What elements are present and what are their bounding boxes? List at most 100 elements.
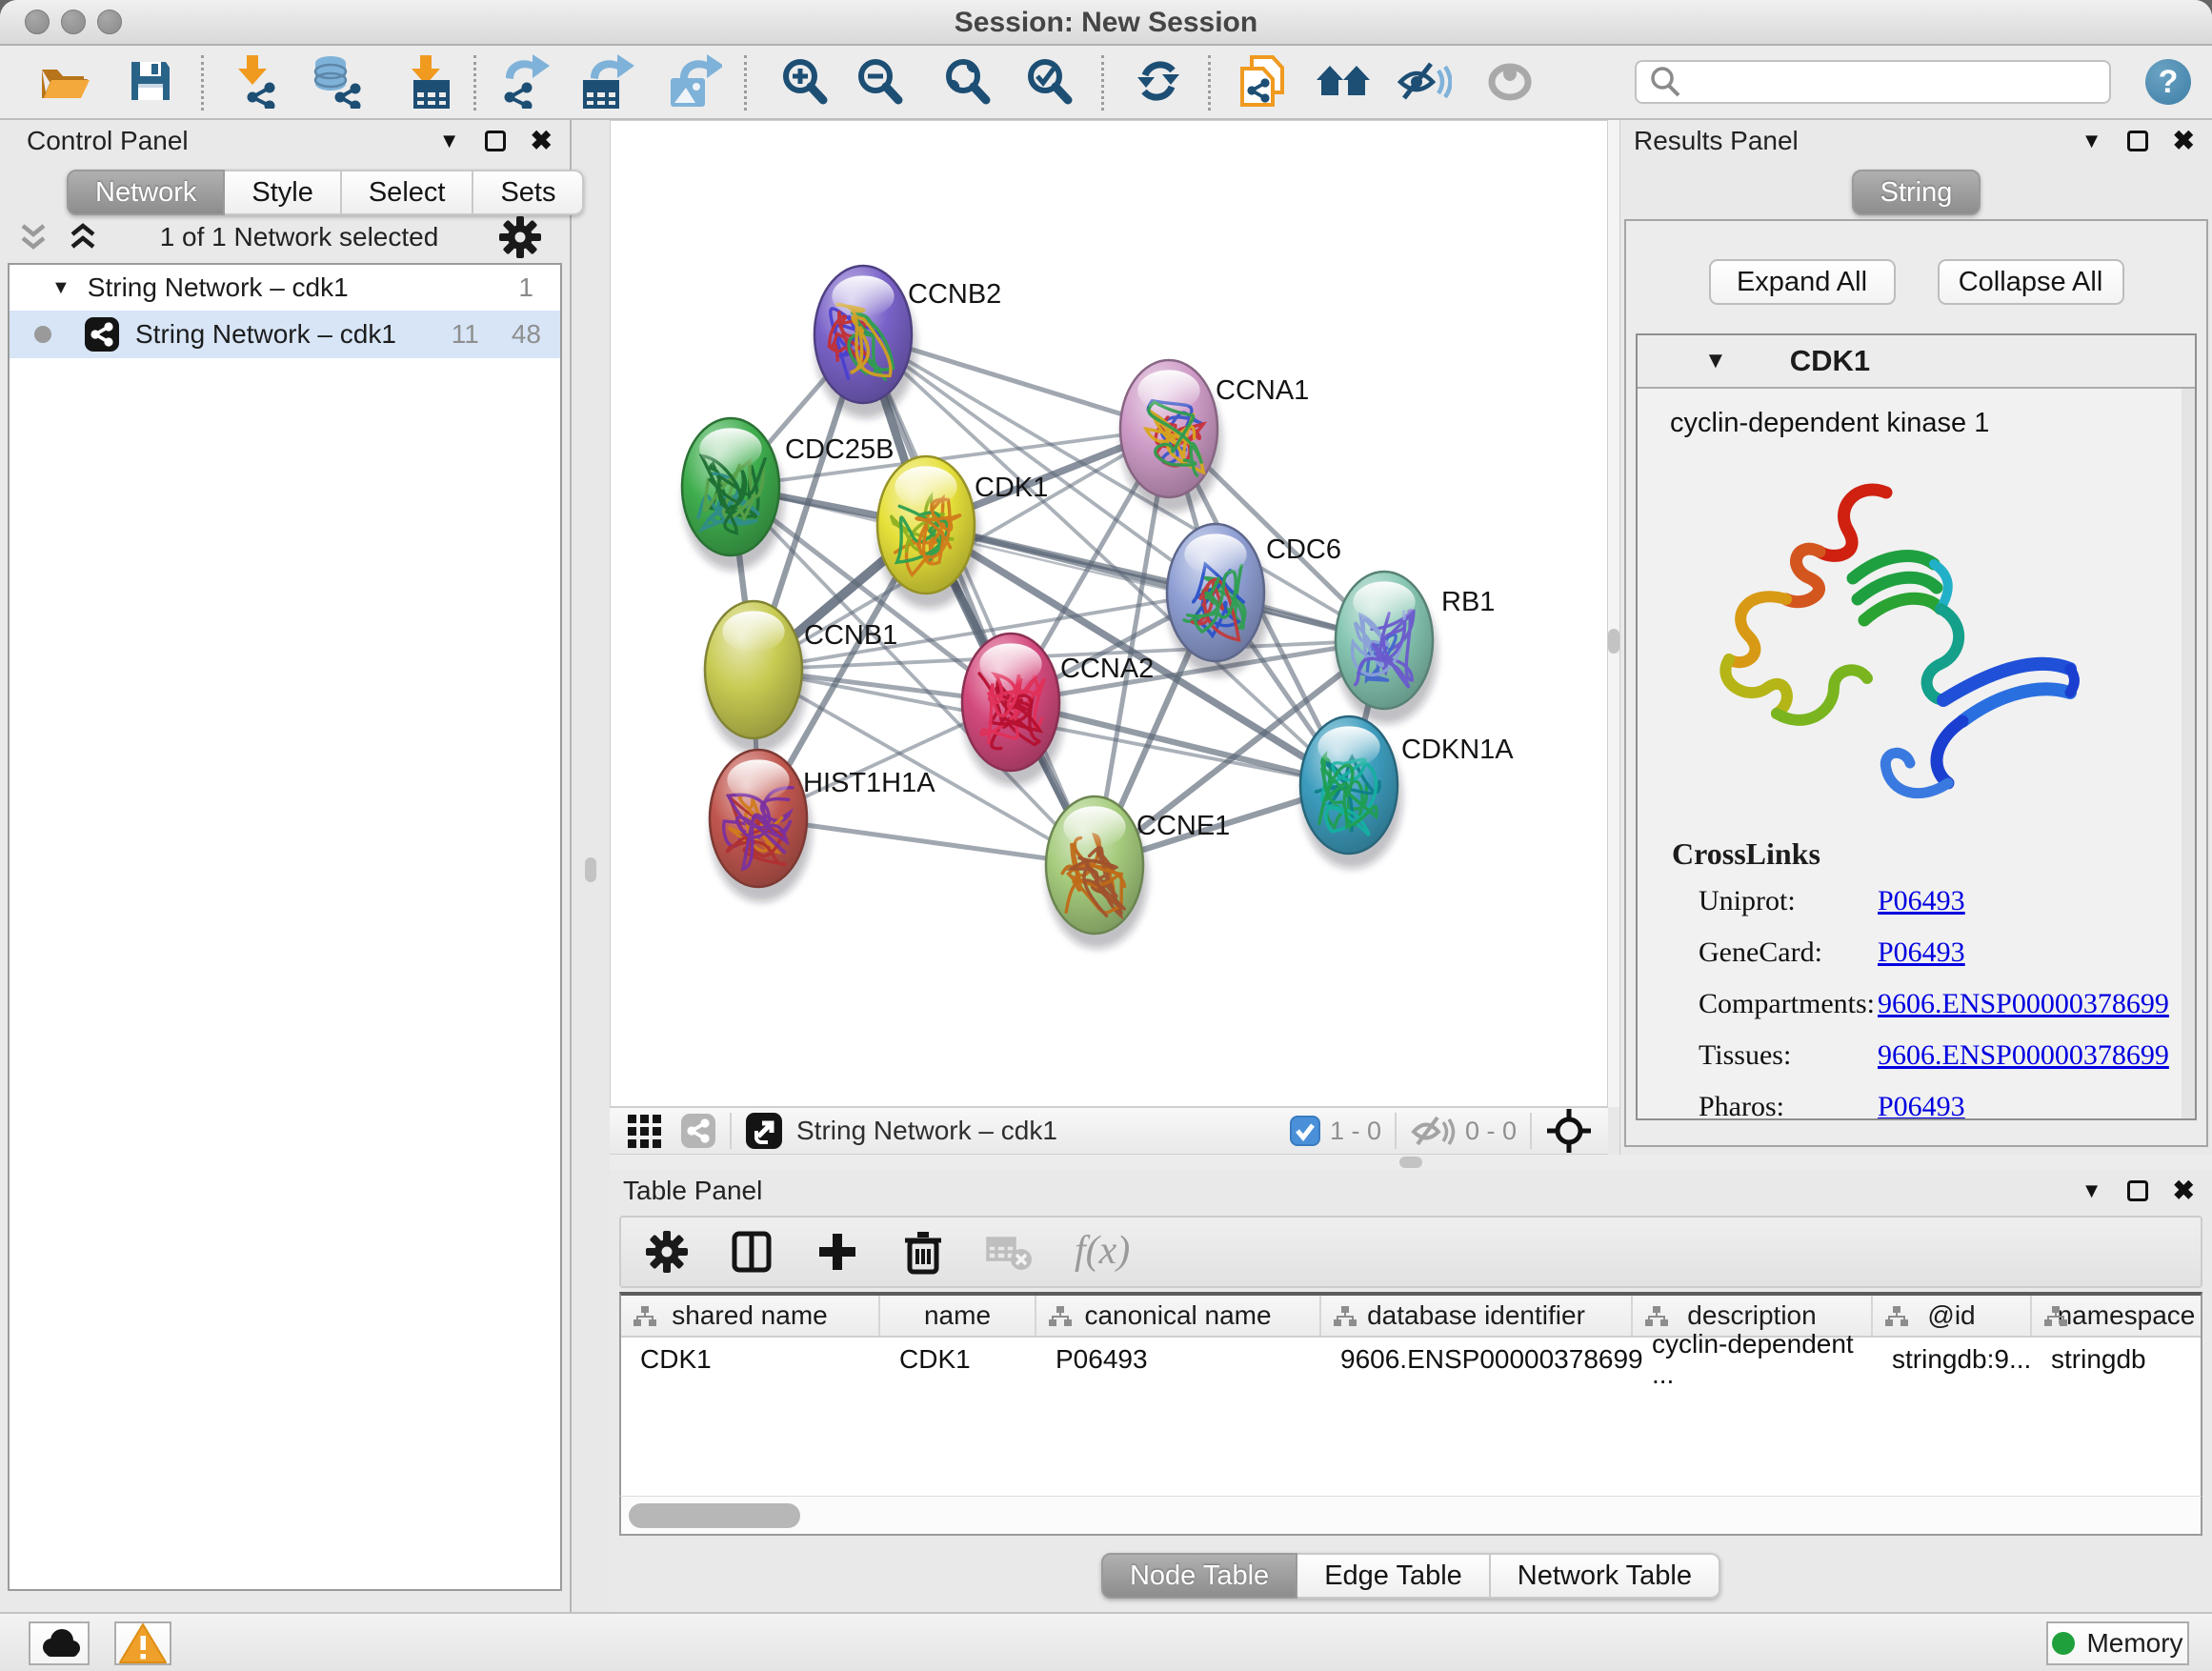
network-node-CCNA1[interactable]: CCNA1 bbox=[1120, 360, 1309, 513]
control-panel-close-icon[interactable]: ✖ bbox=[531, 131, 553, 151]
crosslink-row: Uniprot: P06493 bbox=[1672, 885, 2195, 936]
tab-style[interactable]: Style bbox=[225, 170, 341, 215]
cloud-button[interactable] bbox=[29, 1621, 90, 1665]
table-cell[interactable]: cyclin-dependent ... bbox=[1633, 1338, 1873, 1381]
search-input[interactable] bbox=[1635, 60, 2111, 104]
import-network-file-icon bbox=[228, 53, 281, 113]
birdseye-view-icon[interactable] bbox=[1545, 1107, 1593, 1155]
table-cell[interactable]: stringdb:9... bbox=[1873, 1338, 2032, 1381]
table-cell[interactable]: 9606.ENSP00000378699 bbox=[1321, 1338, 1633, 1381]
crosslink-link[interactable]: 9606.ENSP00000378699 bbox=[1878, 1039, 2169, 1072]
horizontal-splitter[interactable] bbox=[610, 1155, 2212, 1170]
control-panel-title: Control Panel bbox=[27, 126, 189, 156]
network-results-splitter[interactable] bbox=[1608, 120, 1619, 1107]
zoom-fit-button[interactable] bbox=[925, 46, 1009, 120]
network-node-RB1[interactable]: RB1 bbox=[1336, 572, 1495, 724]
import-network-file-button[interactable] bbox=[212, 46, 296, 120]
column-header-namespace[interactable]: namespace bbox=[2032, 1296, 2202, 1336]
delete-column-icon[interactable] bbox=[899, 1228, 947, 1276]
import-network-database-button[interactable] bbox=[296, 46, 380, 120]
table-cell[interactable]: stringdb bbox=[2032, 1338, 2202, 1381]
selected-items-checkbox[interactable] bbox=[1290, 1116, 1320, 1146]
hide-graphics-button[interactable] bbox=[1382, 46, 1466, 120]
crosslink-link[interactable]: P06493 bbox=[1878, 1091, 1965, 1118]
show-columns-icon[interactable] bbox=[728, 1228, 775, 1276]
results-panel-close-icon[interactable]: ✖ bbox=[2173, 131, 2195, 151]
collapse-all-networks-icon[interactable] bbox=[65, 220, 101, 254]
network-view-toolbar: String Network – cdk1 1 - 0 0 - 0 bbox=[610, 1107, 1608, 1155]
hidden-items-icon[interactable] bbox=[1410, 1112, 1456, 1150]
help-button[interactable]: ? bbox=[2145, 59, 2191, 105]
results-scrollbar[interactable] bbox=[2182, 389, 2195, 1118]
collection-expand-icon[interactable]: ▼ bbox=[51, 277, 70, 299]
table-row[interactable]: CDK1CDK1P064939606.ENSP00000378699cyclin… bbox=[621, 1338, 2201, 1381]
control-panel-maximize-icon[interactable] bbox=[485, 131, 506, 151]
column-header--id[interactable]: @id bbox=[1873, 1296, 2032, 1336]
tab-edge-table[interactable]: Edge Table bbox=[1297, 1553, 1491, 1599]
tab-network-table[interactable]: Network Table bbox=[1491, 1553, 1720, 1599]
zoom-out-button[interactable] bbox=[837, 46, 921, 120]
network-node-CDKN1A[interactable]: CDKN1A bbox=[1300, 716, 1514, 869]
node-label-CCNB1: CCNB1 bbox=[804, 620, 897, 651]
open-file-button[interactable] bbox=[22, 46, 106, 120]
new-network-from-selection-button[interactable] bbox=[1220, 46, 1304, 120]
show-graphics-button[interactable] bbox=[1469, 46, 1553, 120]
tab-sets[interactable]: Sets bbox=[473, 170, 584, 215]
control-panel-float-icon[interactable]: ▼ bbox=[439, 129, 460, 153]
network-row[interactable]: String Network – cdk1 11 48 bbox=[10, 311, 560, 358]
export-image-button[interactable] bbox=[653, 46, 736, 120]
results-panel-float-icon[interactable]: ▼ bbox=[2081, 129, 2102, 153]
right-splitter-handle[interactable] bbox=[1608, 629, 1619, 654]
table-panel-float-icon[interactable]: ▼ bbox=[2081, 1178, 2102, 1203]
table-horizontal-scrollbar[interactable] bbox=[619, 1496, 2202, 1536]
column-header-database-identifier[interactable]: database identifier bbox=[1321, 1296, 1633, 1336]
table-cell[interactable]: CDK1 bbox=[621, 1338, 880, 1381]
table-cell[interactable]: P06493 bbox=[1036, 1338, 1321, 1381]
import-table-file-button[interactable] bbox=[387, 46, 471, 120]
crosslink-link[interactable]: P06493 bbox=[1878, 885, 1965, 917]
table-settings-gear-icon[interactable] bbox=[644, 1229, 690, 1275]
results-panel-maximize-icon[interactable] bbox=[2127, 131, 2148, 151]
grid-mode-icon[interactable] bbox=[625, 1112, 663, 1150]
node-result-expand-icon[interactable]: ▼ bbox=[1704, 348, 1727, 374]
table-panel-maximize-icon[interactable] bbox=[2127, 1180, 2148, 1201]
network-node-CCNB2[interactable]: CCNB2 bbox=[814, 266, 1001, 418]
network-overview-icon[interactable] bbox=[680, 1113, 716, 1149]
tab-node-table[interactable]: Node Table bbox=[1101, 1553, 1297, 1599]
zoom-in-button[interactable] bbox=[762, 46, 846, 120]
memory-button[interactable]: Memory bbox=[2046, 1621, 2189, 1665]
export-network-button[interactable] bbox=[483, 46, 567, 120]
column-header-description[interactable]: description bbox=[1633, 1296, 1873, 1336]
tab-network[interactable]: Network bbox=[67, 170, 225, 215]
save-session-button[interactable] bbox=[109, 46, 192, 120]
bottom-splitter-handle[interactable] bbox=[1399, 1157, 1422, 1168]
scrollbar-thumb[interactable] bbox=[629, 1503, 800, 1528]
column-header-name[interactable]: name bbox=[880, 1296, 1036, 1336]
create-column-icon[interactable] bbox=[814, 1228, 861, 1276]
network-collection-row[interactable]: ▼ String Network – cdk1 1 bbox=[10, 265, 560, 311]
tab-string[interactable]: String bbox=[1852, 170, 1981, 215]
column-header-canonical-name[interactable]: canonical name bbox=[1036, 1296, 1321, 1336]
detach-view-icon[interactable] bbox=[745, 1112, 783, 1150]
crosslink-link[interactable]: 9606.ENSP00000378699 bbox=[1878, 988, 2169, 1020]
table-cell[interactable]: CDK1 bbox=[880, 1338, 1036, 1381]
tab-select[interactable]: Select bbox=[342, 170, 474, 215]
network-view-canvas[interactable]: CCNB2 CCNA1 CDC25B CDK1 CDC6 R bbox=[610, 120, 1608, 1107]
left-splitter-handle[interactable] bbox=[585, 857, 596, 882]
collapse-all-button[interactable]: Collapse All bbox=[1938, 259, 2124, 305]
toolbar-search-field[interactable] bbox=[1692, 67, 2098, 98]
expand-all-button[interactable]: Expand All bbox=[1709, 259, 1896, 305]
application-window: Session: New Session ? bbox=[0, 0, 2212, 1671]
node-result-header[interactable]: ▼ CDK1 bbox=[1638, 335, 2195, 387]
string-home-button[interactable] bbox=[1302, 46, 1386, 120]
table-panel-close-icon[interactable]: ✖ bbox=[2173, 1180, 2195, 1201]
expand-all-networks-icon[interactable] bbox=[15, 220, 51, 254]
crosslink-link[interactable]: P06493 bbox=[1878, 936, 1965, 969]
apply-layout-button[interactable] bbox=[1116, 46, 1200, 120]
export-table-button[interactable] bbox=[565, 46, 649, 120]
network-options-gear-icon[interactable] bbox=[497, 214, 543, 260]
zoom-selected-button[interactable] bbox=[1007, 46, 1091, 120]
network-node-CCNE1[interactable]: CCNE1 bbox=[1046, 796, 1230, 949]
column-header-shared-name[interactable]: shared name bbox=[621, 1296, 880, 1336]
warnings-button[interactable] bbox=[114, 1621, 171, 1665]
